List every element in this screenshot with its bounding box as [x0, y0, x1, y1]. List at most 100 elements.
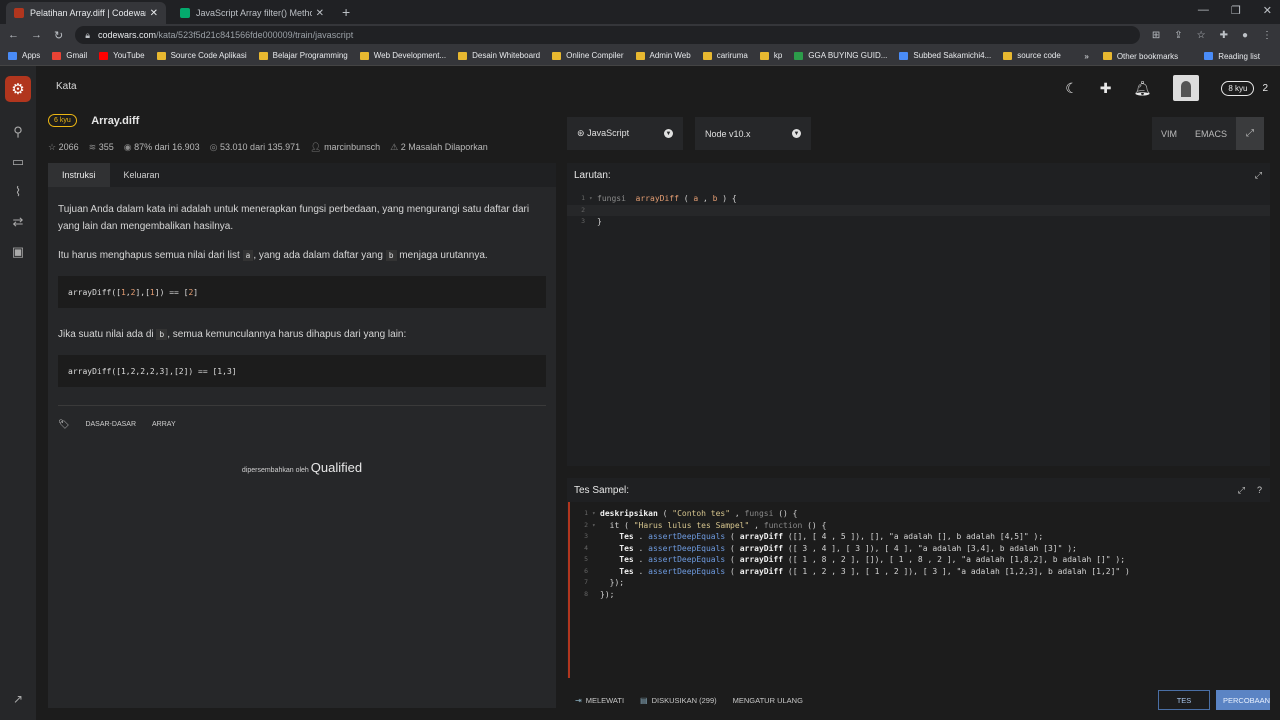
kata-tags: 🏷︎ DASAR-DASAR ARRAY: [58, 416, 546, 433]
close-window-button[interactable]: ✕: [1263, 4, 1272, 17]
honor-count: 2: [1262, 82, 1268, 94]
bookmarks-bar: Apps Gmail YouTube Source Code Aplikasi …: [0, 46, 1280, 66]
share-icon[interactable]: ⇪: [1174, 30, 1182, 41]
tag-dasar-dasar[interactable]: DASAR-DASAR: [85, 416, 136, 433]
dark-mode-icon[interactable]: ☾: [1065, 80, 1078, 97]
expand-icon[interactable]: ⤢: [1255, 170, 1262, 181]
javascript-icon: ⊛: [577, 128, 585, 138]
drive-icon: [899, 51, 909, 60]
browser-tab-w3schools[interactable]: JavaScript Array filter() Method ✕: [172, 2, 332, 24]
browser-tabstrip: Pelatihan Array.diff | Codewars ✕ JavaSc…: [0, 0, 1280, 24]
browser-tab-codewars[interactable]: Pelatihan Array.diff | Codewars ✕: [6, 2, 166, 24]
practice-icon[interactable]: ⇄: [13, 214, 24, 230]
close-tab-icon[interactable]: ✕: [150, 8, 158, 19]
comments-icon: ▤: [640, 695, 648, 705]
inline-code: a: [242, 250, 254, 261]
collections-icon: ≋: [88, 142, 97, 152]
other-bookmarks[interactable]: Other bookmarks: [1102, 52, 1178, 61]
forward-icon[interactable]: →: [31, 29, 42, 41]
address-bar: ← → ↻ 🔒︎ codewars.com/kata/523f5d21c8415…: [0, 24, 1280, 46]
tab-keluaran[interactable]: Keluaran: [110, 163, 174, 187]
emacs-mode-button[interactable]: EMACS: [1186, 117, 1236, 150]
restore-button[interactable]: ❐: [1231, 4, 1241, 17]
expand-icon[interactable]: ⤢: [1238, 485, 1245, 496]
feed-icon[interactable]: ⌇: [15, 184, 21, 200]
inline-code: b: [156, 329, 168, 340]
notifications-bell-icon[interactable]: 🔔︎: [1134, 80, 1152, 97]
editor-mode-bar: VIM EMACS ⤢: [1152, 117, 1265, 150]
bookmark-belajar-programming[interactable]: Belajar Programming: [258, 51, 348, 60]
extensions-icon[interactable]: ✚: [1220, 30, 1228, 41]
bookmark-kp[interactable]: kp: [759, 51, 782, 60]
vim-mode-button[interactable]: VIM: [1152, 117, 1186, 150]
reload-icon[interactable]: ↻: [54, 29, 63, 42]
kata-stats: ☆ 2066 ≋ 355 ◉ 87% dari 16.903 ◎ 53.010 …: [48, 142, 558, 153]
solution-code-editor[interactable]: 1 ▾ fungsi arrayDiff ( a , b ) { 2 3}: [567, 187, 1270, 228]
tab-instruksi[interactable]: Instruksi: [48, 163, 110, 187]
bookmark-web-development[interactable]: Web Development...: [359, 51, 446, 60]
translate-icon[interactable]: ⊞: [1152, 30, 1160, 41]
help-icon[interactable]: ?: [1257, 485, 1262, 496]
menu-icon[interactable]: ⋮: [1262, 30, 1272, 41]
issues-link[interactable]: 2 Masalah Dilaporkan: [401, 142, 488, 152]
bookmark-gmail[interactable]: Gmail: [52, 51, 87, 60]
codewars-favicon-icon: [14, 8, 24, 18]
new-tab-button[interactable]: +: [342, 4, 350, 20]
window-controls: — ❐ ✕: [1198, 4, 1272, 17]
attempt-button[interactable]: PERCOBAAN: [1216, 690, 1270, 710]
kata-header: 6 kyu Array.diff ☆ 2066 ≋ 355 ◉ 87% dari…: [48, 112, 558, 160]
language-select[interactable]: ⊛ JavaScript ▼: [567, 117, 683, 150]
skip-button[interactable]: ⇥ MELEWATI: [567, 688, 632, 712]
folder-icon: [1102, 52, 1112, 60]
bookmarks-overflow-icon[interactable]: »: [1084, 52, 1088, 61]
close-tab-icon[interactable]: ✕: [316, 8, 324, 19]
tag-array[interactable]: ARRAY: [152, 416, 176, 433]
star-icon[interactable]: ☆: [1197, 30, 1206, 41]
sponsor-credit: dipersembahkan oleh Qualified: [58, 459, 546, 479]
description-paragraph-1: Tujuan Anda dalam kata ini adalah untuk …: [58, 204, 530, 232]
tests-code-editor[interactable]: 1 ▾ deskripsikan ( "Contoh tes" , fungsi (…: [568, 502, 1270, 678]
profile-icon[interactable]: ●: [1242, 30, 1248, 41]
skip-icon: ⇥: [575, 695, 582, 705]
chat-icon[interactable]: ▣: [12, 244, 24, 260]
book-icon[interactable]: ▭: [12, 154, 24, 170]
search-icon[interactable]: ⚲: [13, 124, 23, 140]
reset-button[interactable]: MENGATUR ULANG: [725, 688, 811, 712]
bookmark-desain-whiteboard[interactable]: Desain Whiteboard: [458, 51, 540, 60]
fullscreen-icon[interactable]: ⤢: [1236, 117, 1265, 150]
reading-list[interactable]: Reading list: [1204, 52, 1260, 61]
bookmark-youtube[interactable]: YouTube: [99, 51, 145, 60]
runtime-select[interactable]: Node v10.x ▼: [695, 117, 811, 150]
back-icon[interactable]: ←: [8, 29, 19, 41]
bookmark-admin-web[interactable]: Admin Web: [635, 51, 691, 60]
author-link[interactable]: marcinbunsch: [324, 142, 380, 152]
codewars-logo-icon[interactable]: ⚙: [5, 76, 31, 102]
completed-icon: ◎: [209, 142, 218, 152]
bookmark-source-code[interactable]: source code: [1003, 51, 1061, 60]
tests-title: Tes Sampel:: [574, 484, 630, 496]
bookmark-apps[interactable]: Apps: [8, 51, 40, 60]
breadcrumb[interactable]: Kata: [56, 81, 77, 92]
collapse-sidebar-icon[interactable]: ↗: [13, 692, 23, 706]
description-paragraph-3: Jika suatu nilai ada di b, semua kemuncu…: [58, 329, 407, 340]
avatar[interactable]: [1173, 75, 1200, 101]
folder-icon: [458, 51, 468, 60]
url-field[interactable]: 🔒︎ codewars.com/kata/523f5d21c841566fde0…: [75, 26, 1140, 44]
bookmark-online-compiler[interactable]: Online Compiler: [552, 51, 624, 60]
bookmark-subbed-sakamichi[interactable]: Subbed Sakamichi4...: [899, 51, 991, 60]
action-bar: ⇥ MELEWATI ▤ DISKUSIKAN (299) MENGATUR ULA…: [567, 688, 1270, 712]
minimize-button[interactable]: —: [1198, 4, 1209, 17]
folder-icon: [702, 51, 712, 60]
test-button[interactable]: TES: [1158, 690, 1210, 710]
bookmark-gga-buying-guide[interactable]: GGA BUYING GUID...: [794, 51, 887, 60]
instructions-panel: Instruksi Keluaran Tujuan Anda dalam kat…: [48, 163, 556, 708]
qualified-logo[interactable]: Qualified: [311, 460, 362, 475]
folder-icon: [759, 51, 769, 60]
bookmark-cariruma[interactable]: cariruma: [702, 51, 748, 60]
bookmark-source-code-aplikasi[interactable]: Source Code Aplikasi: [156, 51, 247, 60]
folder-icon: [359, 51, 369, 60]
instructions-tabs: Instruksi Keluaran: [48, 163, 556, 187]
sponsor-prefix: dipersembahkan oleh: [241, 467, 309, 474]
bookmark-kata-icon[interactable]: ✚: [1100, 80, 1112, 97]
discuss-button[interactable]: ▤ DISKUSIKAN (299): [632, 688, 725, 712]
